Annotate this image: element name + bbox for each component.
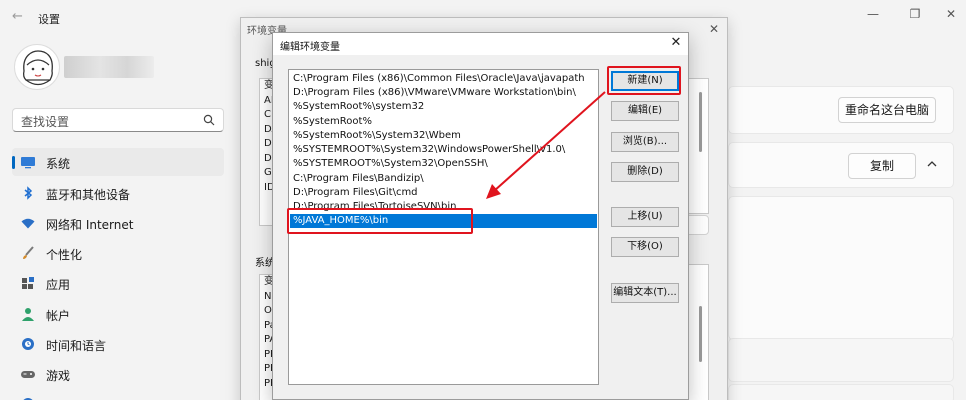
specs-card	[728, 196, 954, 340]
maximize-icon[interactable]: ❐	[904, 6, 926, 22]
rename-pc-button[interactable]: 重命名这台电脑	[838, 97, 936, 123]
nav-item-bluetooth[interactable]: 蓝牙和其他设备	[12, 179, 224, 207]
move-up-button[interactable]: 上移(U)	[611, 207, 679, 227]
path-entry-selected[interactable]: %JAVA_HOME%\bin	[290, 214, 597, 228]
search-icon	[203, 114, 215, 126]
person-icon	[22, 308, 34, 321]
monitor-icon	[21, 157, 35, 169]
nav-item-system[interactable]: 系统	[12, 148, 224, 176]
username-redacted	[64, 56, 154, 78]
globe-clock-icon	[22, 338, 34, 350]
brush-icon	[23, 246, 34, 259]
close-icon[interactable]: ✕	[668, 35, 684, 51]
nav-item-personalization[interactable]: 个性化	[12, 239, 224, 267]
path-entry[interactable]: %SystemRoot%	[290, 115, 597, 129]
new-button[interactable]: 新建(N)	[611, 71, 679, 91]
avatar-illustration-icon	[22, 50, 53, 86]
path-entry[interactable]: %SystemRoot%\System32\Wbem	[290, 129, 597, 143]
bluetooth-icon	[24, 186, 33, 200]
gamepad-icon	[21, 371, 35, 378]
accessibility-icon	[23, 398, 33, 400]
device-spec-card	[728, 142, 954, 188]
avatar[interactable]	[14, 44, 60, 90]
edit-dialog-title: 编辑环境变量	[280, 42, 340, 53]
active-indicator	[12, 156, 15, 169]
nav-label: 时间和语言	[46, 339, 107, 353]
nav-label: 应用	[46, 278, 71, 292]
path-entry[interactable]: %SYSTEMROOT%\System32\OpenSSH\	[290, 157, 597, 171]
minimize-icon[interactable]: —	[862, 6, 884, 22]
related-card	[728, 338, 954, 382]
settings-title: 设置	[38, 13, 60, 26]
nav-item-apps[interactable]: 应用	[12, 269, 224, 297]
nav-label: 网络和 Internet	[46, 218, 134, 232]
path-entry[interactable]: D:\Program Files\TortoiseSVN\bin	[290, 200, 597, 214]
close-icon[interactable]: ✕	[709, 22, 719, 36]
edit-text-button[interactable]: 编辑文本(T)...	[611, 283, 679, 303]
path-entry[interactable]: C:\Program Files (x86)\Common Files\Orac…	[290, 72, 597, 86]
delete-button[interactable]: 删除(D)	[611, 162, 679, 182]
close-icon[interactable]: ✕	[940, 6, 962, 22]
wifi-icon	[21, 218, 35, 229]
nav-label: 蓝牙和其他设备	[46, 188, 131, 202]
edit-env-variable-dialog: 编辑环境变量 ✕ C:\Program Files (x86)\Common F…	[272, 32, 689, 400]
browse-button[interactable]: 浏览(B)...	[611, 132, 679, 152]
related-card-2	[728, 384, 954, 400]
edit-button[interactable]: 编辑(E)	[611, 101, 679, 121]
nav-label: 个性化	[46, 248, 83, 262]
scrollbar[interactable]	[699, 306, 702, 362]
path-entry[interactable]: D:\Program Files\Git\cmd	[290, 186, 597, 200]
path-entries-list[interactable]: C:\Program Files (x86)\Common Files\Orac…	[288, 69, 599, 385]
nav-item-accounts[interactable]: 帐户	[12, 300, 224, 328]
scrollbar[interactable]	[699, 92, 702, 152]
search-placeholder: 查找设置	[21, 115, 70, 129]
path-entry[interactable]: C:\Program Files\Bandizip\	[290, 172, 597, 186]
nav-item-partial[interactable]	[12, 390, 224, 400]
nav-label: 帐户	[46, 309, 71, 323]
nav-item-network[interactable]: 网络和 Internet	[12, 209, 224, 237]
path-entry[interactable]: %SystemRoot%\system32	[290, 100, 597, 114]
nav-label: 游戏	[46, 369, 71, 383]
edit-dialog-titlebar: 编辑环境变量 ✕	[273, 33, 688, 55]
nav-item-time-language[interactable]: 时间和语言	[12, 330, 224, 358]
nav-item-gaming[interactable]: 游戏	[12, 360, 224, 388]
path-entry[interactable]: D:\Program Files (x86)\VMware\VMware Wor…	[290, 86, 597, 100]
chevron-up-icon[interactable]	[926, 158, 938, 170]
path-entry[interactable]: %SYSTEMROOT%\System32\WindowsPowerShell\…	[290, 143, 597, 157]
settings-search-input[interactable]: 查找设置	[12, 108, 224, 132]
move-down-button[interactable]: 下移(O)	[611, 237, 679, 257]
nav-label: 系统	[46, 157, 71, 171]
apps-icon	[22, 277, 34, 289]
copy-button[interactable]: 复制	[848, 153, 916, 179]
back-arrow-icon[interactable]: ←	[12, 10, 26, 24]
